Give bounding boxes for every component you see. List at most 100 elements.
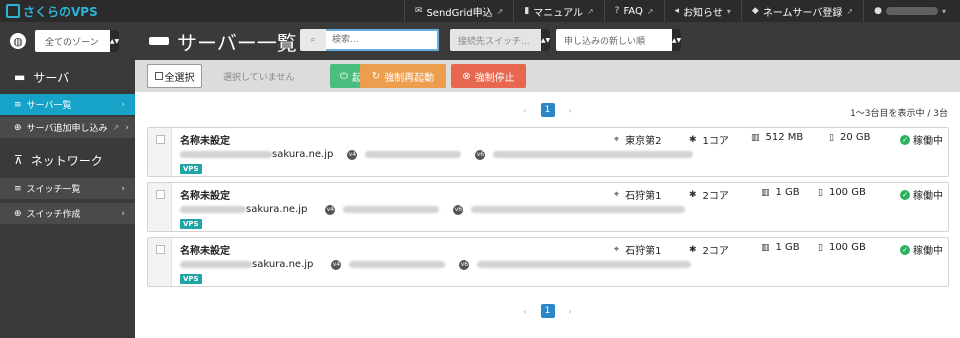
ipv6-redacted — [493, 151, 694, 158]
sidebar-item-switch-create[interactable]: ⊕ スイッチ作成 › — [0, 203, 135, 225]
select-all-button[interactable]: 全選択 — [147, 64, 202, 88]
chevron-left-icon[interactable]: ‹ — [523, 307, 526, 316]
user-menu[interactable]: ● ▾ — [863, 0, 960, 22]
check-circle-icon: ✓ — [900, 244, 910, 255]
server-row[interactable]: 名称未設定 sakura.ne.jp v4 v6 VPS ⌖ 石狩第1 ✱ 2コア … — [147, 237, 949, 287]
server-list-panel: ‹ 1 › 1〜3台目を表示中 / 3台 名称未設定 sakura.ne.jp … — [135, 92, 960, 338]
section-network-label: ネットワーク — [30, 153, 103, 168]
user-name-redacted — [885, 7, 938, 15]
sidebar-item-switch-list[interactable]: ≡ スイッチ一覧 › — [0, 178, 135, 200]
tag-icon: ◆ — [751, 6, 759, 16]
hostname-redacted — [180, 261, 252, 268]
server-icon: ▬ — [14, 70, 26, 84]
memory-icon: ▥ — [751, 132, 760, 143]
force-reboot-button[interactable]: ↻ 強制再起動 — [360, 64, 446, 88]
server-row[interactable]: 名称未設定 sakura.ne.jp v4 v6 VPS ⌖ 東京第2 ✱ 1コア … — [147, 127, 949, 177]
top-bar: さくらのVPS ✉ SendGrid申込 ↗ ▮ マニュアル ↗ ? FAQ ↗… — [0, 0, 960, 22]
page-number[interactable]: 1 — [540, 304, 555, 318]
logo-icon — [6, 4, 20, 18]
search-icon[interactable]: ⌕ — [300, 29, 326, 51]
checkbox-icon — [154, 72, 163, 80]
book-icon: ▮ — [524, 6, 530, 16]
row-checkbox[interactable] — [148, 238, 172, 286]
chevron-right-icon: › — [125, 122, 129, 133]
cpu-icon: ✱ — [689, 244, 697, 255]
cpu-icon: ✱ — [689, 134, 697, 145]
check-circle-icon: ✓ — [900, 189, 910, 200]
location: ⌖ 石狩第1 — [614, 187, 661, 203]
select-caret-icon: ▲▼ — [672, 29, 681, 51]
memory: ▥ 512 MB — [751, 132, 803, 143]
globe-icon: ◍ — [10, 33, 26, 49]
envelope-icon: ✉ — [414, 6, 423, 16]
pagination-top: ‹ 1 › — [135, 102, 960, 118]
server-host-line: sakura.ne.jp v4 v6 — [180, 259, 692, 270]
power-icon: ⏻ — [340, 70, 348, 82]
news-label: お知らせ — [683, 7, 723, 19]
sendgrid-link[interactable]: ✉ SendGrid申込 ↗ — [403, 0, 513, 22]
ipv6-redacted — [471, 206, 686, 213]
ipv6-redacted — [477, 261, 692, 268]
map-pin-icon: ⌖ — [614, 189, 620, 200]
force-stop-button[interactable]: ⊗ 強制停止 — [451, 64, 526, 88]
status-value: 稼働中 — [913, 246, 943, 257]
search-input[interactable] — [326, 29, 439, 51]
question-icon: ? — [614, 6, 620, 16]
chevron-left-icon[interactable]: ‹ — [523, 106, 526, 115]
memory-value: 1 GB — [775, 242, 800, 253]
external-link-icon: ↗ — [846, 6, 854, 16]
page-number[interactable]: 1 — [540, 103, 555, 117]
row-checkbox[interactable] — [148, 183, 172, 231]
section-network: ⊼ ネットワーク — [0, 146, 135, 174]
status-value: 稼働中 — [913, 191, 943, 202]
chevron-right-icon[interactable]: › — [569, 307, 572, 316]
zone-bar: ◍ 全てのゾーン ▲▼ — [0, 22, 135, 60]
faq-link[interactable]: ? FAQ ↗ — [603, 0, 664, 22]
ipv4-icon: v4 — [325, 204, 336, 215]
result-count: 1〜3台目を表示中 / 3台 — [850, 109, 948, 119]
row-checkbox[interactable] — [148, 128, 172, 176]
ipv6-icon: v6 — [453, 204, 464, 215]
ipv4-redacted — [349, 261, 446, 268]
cpu: ✱ 2コア — [689, 242, 729, 258]
select-caret-icon: ▲▼ — [541, 29, 550, 51]
sidebar-item-label: スイッチ作成 — [26, 210, 81, 220]
sidebar-item-label: スイッチ一覧 — [26, 185, 81, 195]
nameserver-label: ネームサーバ登録 — [762, 7, 843, 19]
sidebar-item-server-list[interactable]: ≡ サーバ一覧 › — [0, 94, 135, 116]
chevron-right-icon[interactable]: › — [569, 106, 572, 115]
location-value: 石狩第1 — [625, 246, 662, 257]
caret-down-icon: ▾ — [726, 6, 731, 16]
server-row[interactable]: 名称未設定 sakura.ne.jp v4 v6 VPS ⌖ 石狩第1 ✱ 2コア … — [147, 182, 949, 232]
nameserver-link[interactable]: ◆ ネームサーバ登録 ↗ — [740, 0, 863, 22]
ipv6-icon: v6 — [475, 149, 486, 160]
hostname-suffix: sakura.ne.jp — [246, 204, 308, 215]
status-value: 稼働中 — [913, 136, 943, 147]
stop-label: 強制停止 — [474, 72, 515, 84]
vps-badge: VPS — [180, 164, 202, 174]
cpu: ✱ 1コア — [689, 132, 729, 148]
memory-value: 512 MB — [765, 132, 804, 143]
selection-status: 選択していません — [223, 73, 295, 83]
ipv4-icon: v4 — [347, 149, 358, 160]
sidebar-item-label: サーバ追加申し込み — [26, 124, 108, 134]
switch-filter-select[interactable]: 接続先スイッチ... ▲▼ — [450, 29, 550, 51]
page-title-text: サーバー一覧 — [177, 30, 297, 55]
sidebar-item-add-server[interactable]: ⊕ サーバ追加申し込み ↗ › — [0, 117, 135, 139]
vps-badge: VPS — [180, 219, 202, 229]
sort-select[interactable]: 申し込みの新しい順 ▲▼ — [556, 29, 681, 51]
disk-icon: ▯ — [818, 187, 823, 198]
cpu-value: 2コア — [702, 191, 729, 202]
manual-link[interactable]: ▮ マニュアル ↗ — [513, 0, 603, 22]
stop-icon: ⊗ — [462, 70, 471, 82]
news-menu[interactable]: ◂ お知らせ ▾ — [663, 0, 741, 22]
select-all-label: 全選択 — [164, 72, 195, 84]
zone-select[interactable]: 全てのゾーン ▲▼ — [35, 30, 119, 52]
chevron-right-icon: › — [121, 208, 125, 219]
ipv4-redacted — [343, 206, 440, 213]
logo[interactable]: さくらのVPS — [6, 3, 98, 19]
manual-label: マニュアル — [533, 7, 583, 19]
sidebar-item-label: サーバ一覧 — [26, 101, 72, 111]
external-link-icon: ↗ — [646, 6, 654, 16]
network-icon: ⊼ — [14, 153, 23, 167]
